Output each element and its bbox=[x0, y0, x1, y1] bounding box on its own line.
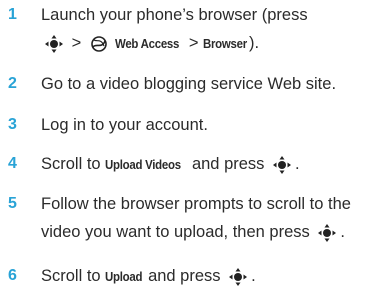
step-number: 2 bbox=[8, 75, 17, 92]
step-number: 1 bbox=[8, 6, 17, 23]
step-number: 4 bbox=[8, 155, 17, 172]
step-line: Follow the browser prompts to scroll to … bbox=[41, 195, 351, 213]
step-text-end: . bbox=[340, 223, 345, 241]
step-text-end: ). bbox=[249, 34, 260, 52]
step-text: Scroll to Upload Videos and press . bbox=[41, 152, 381, 180]
step-text: Follow the browser prompts to scroll to … bbox=[41, 192, 381, 248]
step-text: Launch your phone’s browser (press > Web… bbox=[41, 3, 381, 59]
step-line: video you want to upload, then press . bbox=[41, 220, 381, 248]
menu-label-upload: Upload bbox=[105, 269, 143, 284]
nav-key-icon bbox=[227, 267, 249, 287]
web-access-icon bbox=[90, 35, 108, 53]
step-text: Go to a video blogging service Web site. bbox=[41, 72, 381, 100]
step-text-end: . bbox=[251, 267, 256, 285]
nav-key-icon bbox=[43, 34, 65, 54]
step-text-end: . bbox=[295, 155, 300, 173]
separator: > bbox=[188, 34, 199, 52]
nav-key-icon bbox=[316, 223, 338, 243]
step-line: Go to a video blogging service Web site. bbox=[41, 75, 337, 93]
step-line: Scroll to Upload Videos and press . bbox=[41, 152, 381, 180]
step-line: Scroll to Upload and press . bbox=[41, 264, 381, 292]
step-line: > Web Access > Browser). bbox=[41, 31, 381, 59]
step-text-post: and press bbox=[191, 155, 265, 173]
menu-label-web-access: Web Access bbox=[115, 36, 180, 51]
menu-label-browser: Browser bbox=[203, 36, 248, 51]
step-text: Log in to your account. bbox=[41, 113, 381, 141]
step-text-line2: video you want to upload, then press bbox=[41, 223, 310, 241]
separator: > bbox=[71, 34, 82, 52]
menu-label-upload-videos: Upload Videos bbox=[105, 157, 182, 172]
step-text-post: and press bbox=[148, 267, 221, 285]
step-text-pre: Scroll to bbox=[41, 155, 101, 173]
step-line: Log in to your account. bbox=[41, 116, 208, 134]
nav-key-icon bbox=[271, 155, 293, 175]
step-text: Scroll to Upload and press . bbox=[41, 264, 381, 292]
step-text-pre: Scroll to bbox=[41, 267, 101, 285]
step-number: 5 bbox=[8, 195, 17, 212]
step-number: 3 bbox=[8, 116, 17, 133]
step-line: Launch your phone’s browser (press bbox=[41, 6, 308, 24]
step-number: 6 bbox=[8, 267, 17, 284]
